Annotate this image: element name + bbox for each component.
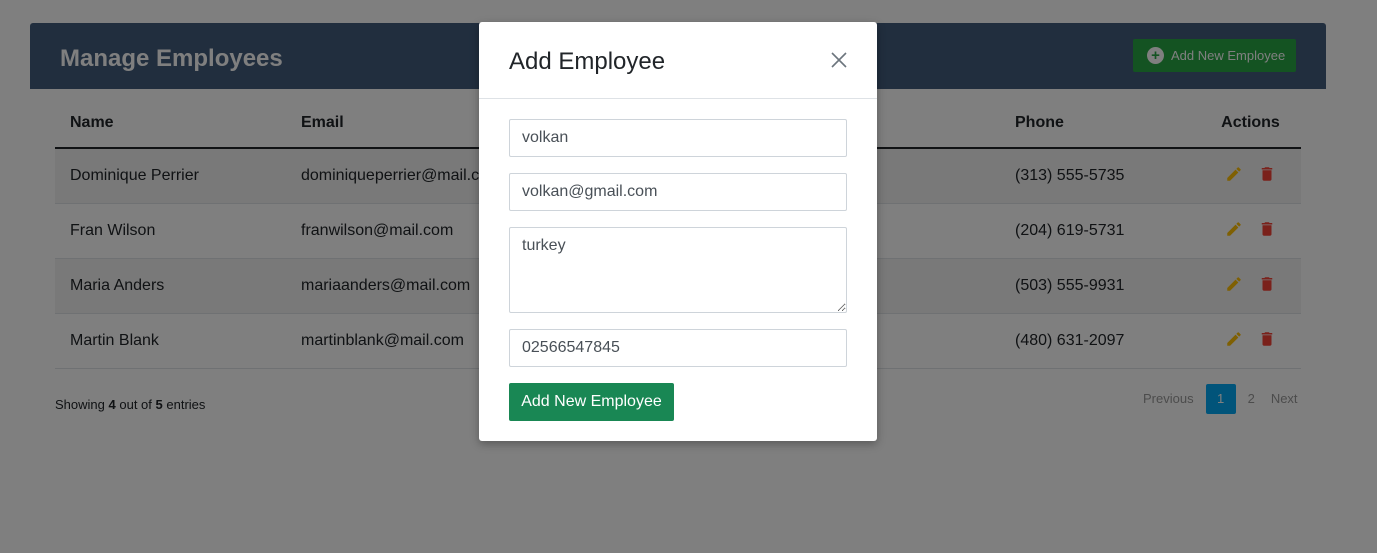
page: Manage Employees + Add New Employee Name… (0, 0, 1377, 553)
modal-header: Add Employee (479, 22, 877, 99)
add-employee-modal: Add Employee turkey Add New Employee (479, 22, 877, 441)
email-field[interactable] (509, 173, 847, 211)
address-field[interactable]: turkey (509, 227, 847, 313)
close-icon[interactable] (830, 51, 848, 69)
phone-field[interactable] (509, 329, 847, 367)
add-new-employee-submit-button[interactable]: Add New Employee (509, 383, 674, 421)
name-field[interactable] (509, 119, 847, 157)
modal-title: Add Employee (509, 48, 666, 75)
